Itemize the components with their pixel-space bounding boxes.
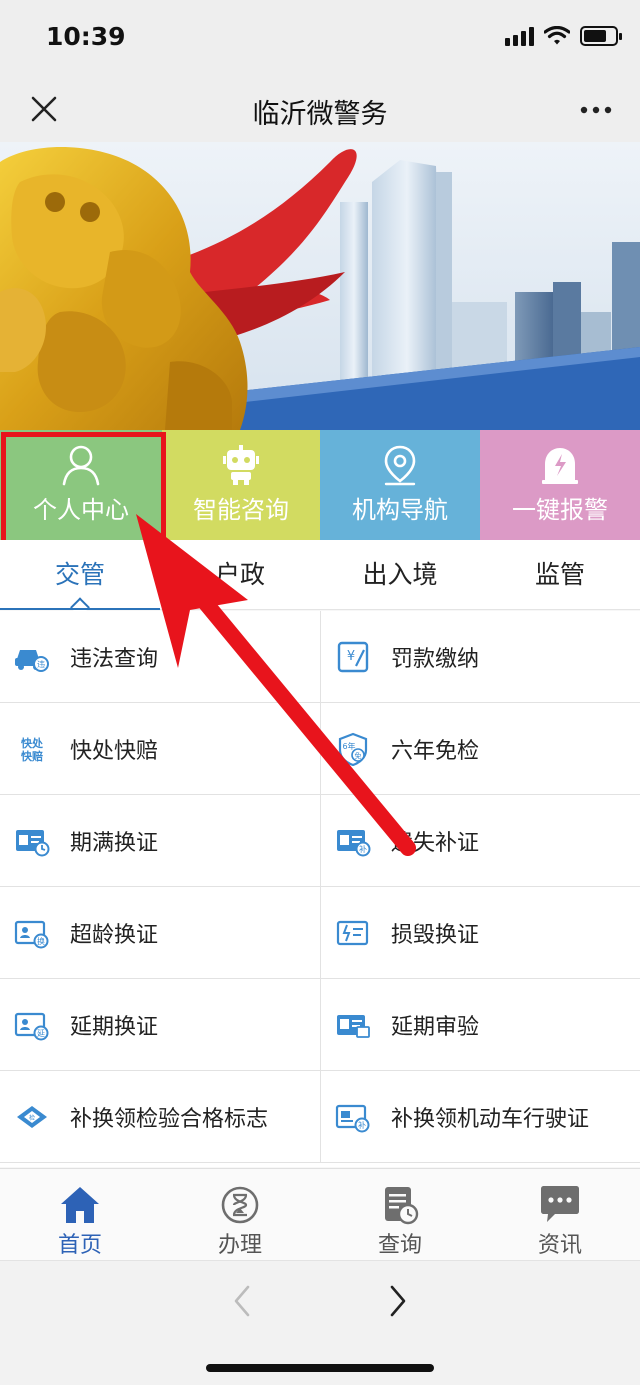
- service-label: 快处快赔: [70, 738, 159, 764]
- highlight-box: [1, 432, 166, 546]
- tab-immigration[interactable]: 出入境: [320, 540, 480, 609]
- svg-text:快处: 快处: [20, 736, 44, 750]
- category-tabs: 交管 户政 出入境 监管: [0, 540, 640, 610]
- tab-traffic[interactable]: 交管: [0, 540, 160, 610]
- bottom-tab-handle[interactable]: 办理: [160, 1169, 320, 1260]
- service-expiry-renewal[interactable]: 期满换证: [0, 795, 320, 887]
- service-grid: 违 违法查询 ¥ 罚款缴纳 快处 快赔 快处快赔 6年 免 六年免检 期满换证 …: [0, 611, 640, 1167]
- chat-icon: [541, 1186, 579, 1222]
- document-clock-icon: [385, 1187, 419, 1225]
- service-label: 损毁换证: [391, 922, 480, 948]
- forward-arrow-icon[interactable]: [380, 1281, 416, 1321]
- hourglass-icon: [221, 1186, 259, 1224]
- license-lost-icon: 补: [337, 829, 371, 856]
- status-bar: 10:39: [0, 0, 640, 78]
- quick-claim-icon: 快处 快赔: [20, 736, 44, 763]
- license-renew-icon: [16, 829, 50, 856]
- tile-label: 一键报警: [512, 496, 608, 524]
- service-violation-query[interactable]: 违 违法查询: [0, 611, 320, 703]
- service-label: 超龄换证: [70, 922, 159, 948]
- service-quick-claim[interactable]: 快处 快赔 快处快赔: [0, 703, 320, 795]
- banner-illustration: [0, 142, 640, 430]
- tile-label: 机构导航: [352, 496, 448, 524]
- service-inspection-mark[interactable]: 检 补换领检验合格标志: [0, 1071, 320, 1163]
- service-label: 补换领检验合格标志: [70, 1106, 269, 1132]
- bottom-tab-label: 办理: [217, 1233, 262, 1258]
- svg-text:换: 换: [37, 936, 45, 946]
- service-label: 期满换证: [70, 830, 159, 856]
- svg-text:检: 检: [29, 1114, 35, 1122]
- service-label: 补换领机动车行驶证: [391, 1106, 590, 1132]
- tile-agency-navigation[interactable]: 机构导航: [320, 430, 480, 540]
- license-damaged-icon: [336, 920, 369, 945]
- status-icons: [505, 26, 622, 46]
- browser-toolbar: [0, 1260, 640, 1385]
- wifi-icon: [544, 26, 570, 45]
- banner-image[interactable]: [0, 142, 640, 430]
- battery-icon: [580, 26, 622, 46]
- page-title: 临沂微警务: [252, 99, 388, 130]
- svg-text:违: 违: [37, 660, 45, 669]
- svg-text:延: 延: [37, 1028, 45, 1038]
- service-label: 罚款缴纳: [391, 646, 480, 672]
- service-overage-renewal[interactable]: 换 超龄换证: [0, 887, 320, 979]
- bottom-tab-news[interactable]: 资讯: [480, 1169, 640, 1260]
- bottom-tab-label: 首页: [57, 1233, 102, 1258]
- nav-bar: 临沂微警务: [0, 78, 640, 142]
- location-pin-icon: [384, 445, 416, 486]
- service-fine-payment[interactable]: ¥ 罚款缴纳: [320, 611, 640, 703]
- service-label: 违法查询: [70, 646, 159, 672]
- service-label: 延期换证: [70, 1014, 159, 1040]
- inspection-exempt-icon: 6年 免: [338, 732, 368, 766]
- more-icon[interactable]: [576, 98, 616, 122]
- inspection-mark-icon: 检: [17, 1105, 47, 1128]
- tile-one-key-alarm[interactable]: 一键报警: [480, 430, 640, 540]
- alarm-icon: [542, 448, 578, 484]
- home-indicator[interactable]: [206, 1364, 434, 1372]
- tab-household[interactable]: 户政: [160, 540, 320, 609]
- svg-text:补: 补: [358, 1120, 366, 1130]
- service-label: 延期审验: [391, 1014, 480, 1040]
- review-extend-icon: [337, 1014, 370, 1038]
- svg-text:6年: 6年: [342, 741, 355, 751]
- service-damaged-renewal[interactable]: 损毁换证: [320, 887, 640, 979]
- svg-text:快赔: 快赔: [20, 749, 43, 763]
- bottom-tab-home[interactable]: 首页: [0, 1169, 160, 1260]
- service-vehicle-license[interactable]: 补 补换领机动车行驶证: [320, 1071, 640, 1163]
- service-label: 遗失补证: [391, 830, 480, 856]
- svg-text:¥: ¥: [347, 649, 355, 664]
- fine-payment-icon: ¥: [337, 641, 369, 672]
- bottom-tab-label: 查询: [377, 1233, 422, 1258]
- bottom-tab-label: 资讯: [537, 1233, 582, 1258]
- tile-smart-consult[interactable]: 智能咨询: [162, 430, 320, 540]
- vehicle-license-icon: 补: [335, 1104, 370, 1132]
- service-six-year-exempt[interactable]: 6年 免 六年免检: [320, 703, 640, 795]
- service-extension-renewal[interactable]: 延 延期换证: [0, 979, 320, 1071]
- bottom-tab-query[interactable]: 查询: [320, 1169, 480, 1260]
- back-arrow-icon[interactable]: [224, 1281, 260, 1321]
- license-extend-icon: 延: [14, 1012, 49, 1040]
- robot-icon: [223, 445, 259, 485]
- svg-text:补: 补: [359, 844, 367, 854]
- svg-text:免: 免: [355, 751, 362, 760]
- license-overage-icon: 换: [14, 920, 49, 948]
- status-time: 10:39: [46, 22, 126, 51]
- tile-label: 智能咨询: [193, 496, 289, 524]
- tab-supervision[interactable]: 监管: [480, 540, 640, 609]
- home-icon: [61, 1187, 99, 1223]
- page: 10:39 临沂微警务 个人中心 智能咨询 机构导航 一键报警 交管 户政 出入…: [0, 0, 640, 1385]
- car-violation-icon: 违: [15, 649, 49, 672]
- service-label: 六年免检: [391, 738, 480, 764]
- cellular-signal-icon: [505, 26, 534, 46]
- service-lost-reissue[interactable]: 补 遗失补证: [320, 795, 640, 887]
- service-extension-review[interactable]: 延期审验: [320, 979, 640, 1071]
- bottom-tab-bar: 首页 办理 查询 资讯: [0, 1168, 640, 1260]
